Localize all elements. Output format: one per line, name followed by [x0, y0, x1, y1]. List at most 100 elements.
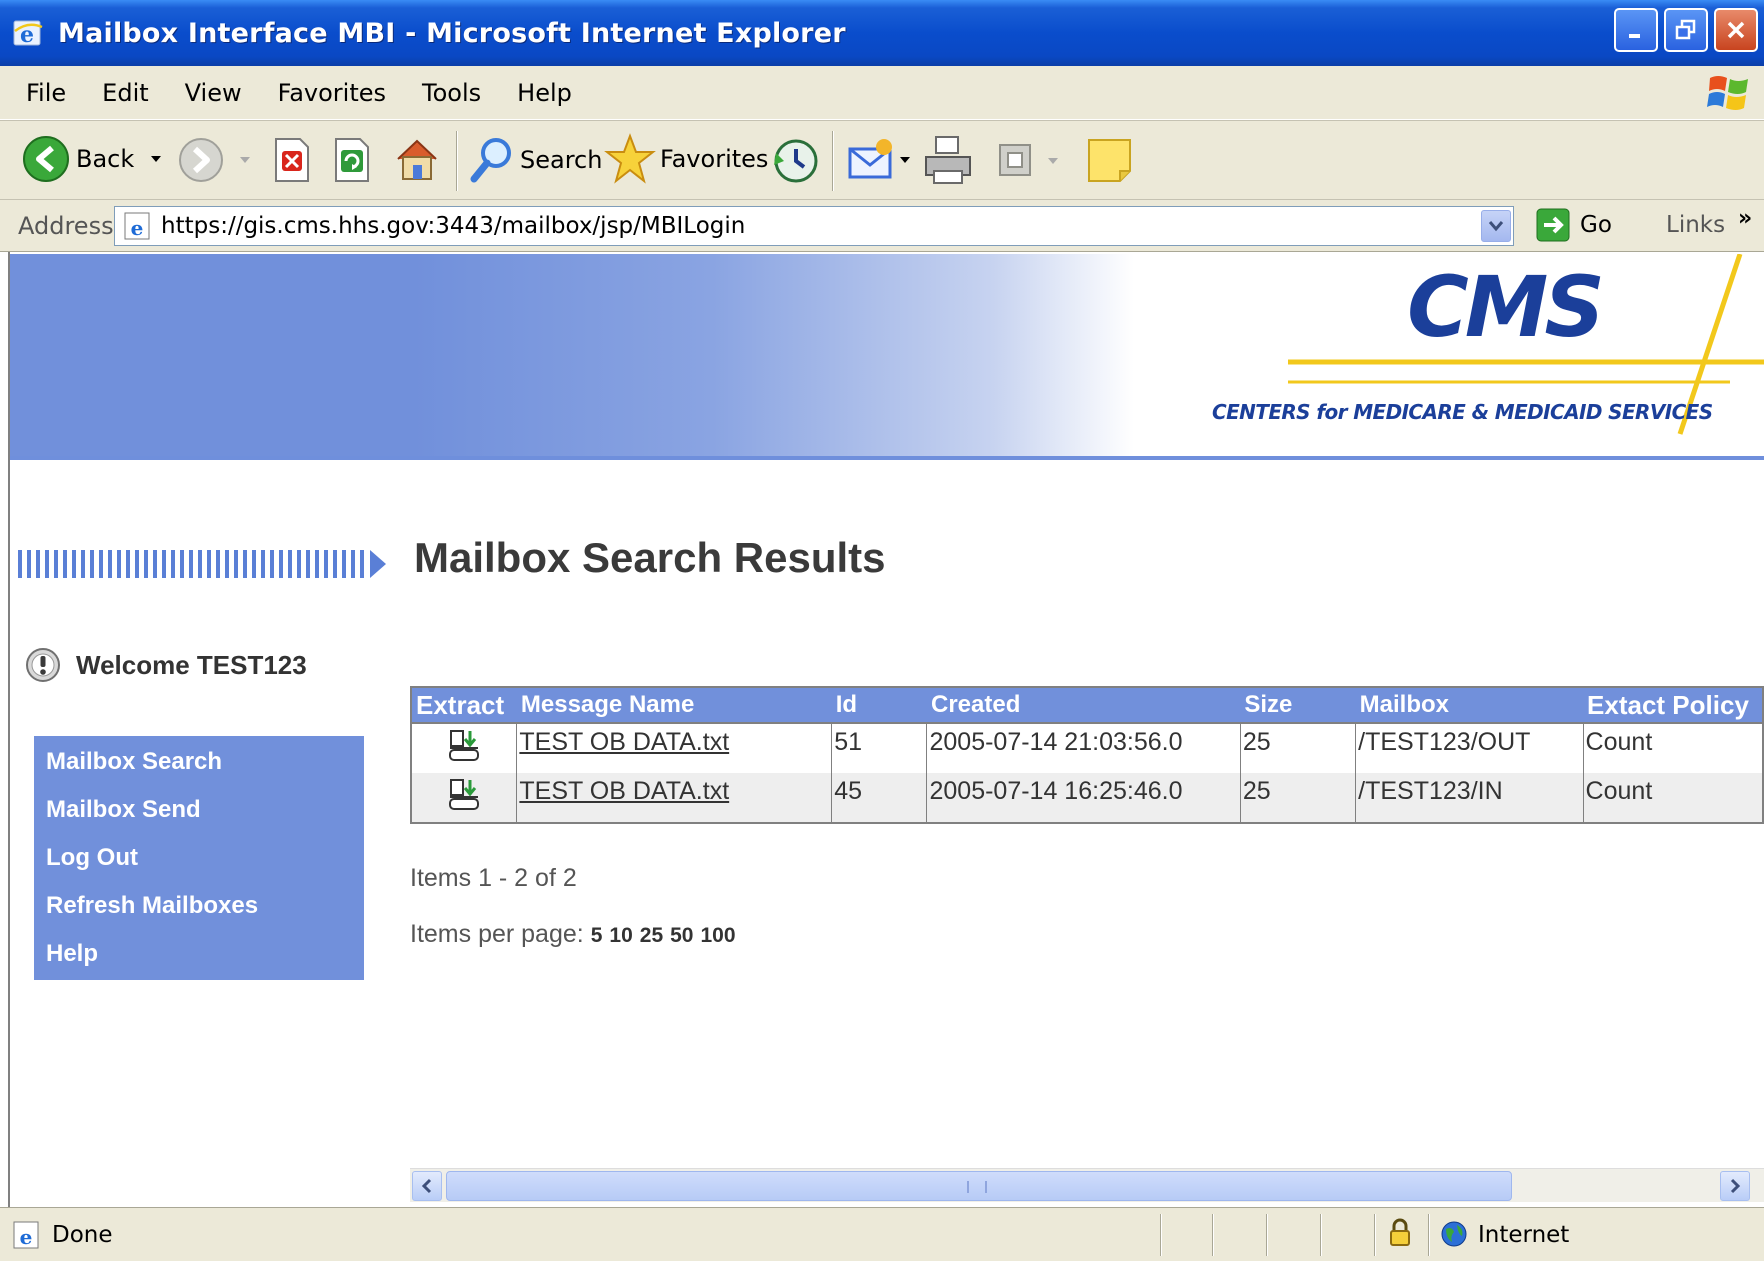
arrow-stripe — [324, 550, 328, 578]
arrow-stripe — [216, 550, 220, 578]
arrow-stripe — [315, 550, 319, 578]
id-cell: 51 — [831, 723, 927, 773]
address-input[interactable]: e https://gis.cms.hhs.gov:3443/mailbox/j… — [114, 206, 1514, 246]
arrow-stripe — [270, 550, 274, 578]
dropdown-arrow-icon[interactable] — [898, 153, 912, 167]
restore-button[interactable] — [1664, 8, 1708, 52]
cms-tagline: CENTERS for MEDICARE & MEDICAID SERVICES — [1212, 400, 1713, 424]
column-header-id[interactable]: Id — [831, 687, 927, 724]
per-page-option-10[interactable]: 10 — [609, 924, 632, 948]
arrow-stripe — [171, 550, 175, 578]
menu-favorites[interactable]: Favorites — [278, 79, 386, 107]
arrow-stripe — [261, 550, 265, 578]
sidebar-item-help[interactable]: Help — [46, 940, 98, 968]
message-link[interactable]: TEST OB DATA.txt — [519, 777, 729, 805]
arrow-stripe — [360, 550, 364, 578]
per-page-option-5[interactable]: 5 — [591, 924, 603, 948]
arrow-stripe — [135, 550, 139, 578]
menu-help[interactable]: Help — [517, 79, 572, 107]
arrow-stripe — [117, 550, 121, 578]
go-button[interactable]: Go — [1536, 208, 1612, 242]
sidebar-item-refresh-mailboxes[interactable]: Refresh Mailboxes — [46, 892, 258, 920]
arrow-stripe — [297, 550, 301, 578]
menu-tools[interactable]: Tools — [422, 79, 481, 107]
status-divider — [1266, 1214, 1268, 1256]
cms-banner: CMS CENTERS for MEDICARE & MEDICAID SERV… — [10, 254, 1764, 460]
search-label: Search — [520, 146, 603, 174]
horizontal-scrollbar[interactable] — [410, 1168, 1764, 1202]
menu-edit[interactable]: Edit — [102, 79, 148, 107]
welcome-message: Welcome TEST123 — [24, 646, 307, 684]
per-page-option-50[interactable]: 50 — [670, 924, 693, 948]
edit-button[interactable] — [996, 141, 1060, 181]
status-divider — [1374, 1214, 1376, 1256]
windows-logo-icon — [1706, 70, 1752, 116]
chevron-left-icon — [421, 1178, 432, 1194]
menu-view[interactable]: View — [185, 79, 242, 107]
arrow-stripe — [198, 550, 202, 578]
scroll-right-button[interactable] — [1720, 1171, 1750, 1201]
column-header-created[interactable]: Created — [926, 687, 1241, 724]
refresh-button[interactable] — [332, 137, 372, 183]
column-header-mailbox[interactable]: Mailbox — [1355, 687, 1584, 724]
extract-download-icon[interactable] — [446, 777, 482, 815]
status-text: Done — [52, 1222, 113, 1248]
forward-button[interactable] — [178, 137, 252, 183]
chevron-right-double-icon[interactable]: » — [1738, 206, 1752, 231]
scrollbar-thumb[interactable] — [446, 1171, 1512, 1201]
edit-page-icon — [999, 144, 1031, 176]
mailbox-cell: /TEST123/OUT — [1355, 723, 1584, 773]
arrow-stripe — [351, 550, 355, 578]
print-button[interactable] — [922, 135, 974, 185]
note-icon — [1088, 139, 1131, 182]
sidebar-item-mailbox-search[interactable]: Mailbox Search — [46, 748, 222, 776]
arrow-stripe — [108, 550, 112, 578]
ie-app-icon[interactable]: e — [12, 17, 44, 49]
svg-text:e: e — [131, 216, 144, 240]
arrow-stripe — [18, 550, 22, 578]
stop-button[interactable] — [272, 137, 312, 183]
url-text[interactable]: https://gis.cms.hhs.gov:3443/mailbox/jsp… — [161, 213, 745, 239]
per-page-option-25[interactable]: 25 — [640, 924, 663, 948]
arrow-stripe — [54, 550, 58, 578]
menu-file[interactable]: File — [26, 79, 66, 107]
address-bar: Address e https://gis.cms.hhs.gov:3443/m… — [0, 200, 1764, 252]
sidebar-item-log-out[interactable]: Log Out — [46, 844, 138, 872]
back-button[interactable]: Back — [22, 135, 164, 183]
status-divider — [1428, 1214, 1430, 1256]
links-label[interactable]: Links — [1666, 212, 1725, 238]
messenger-button[interactable] — [1086, 137, 1134, 185]
per-page-option-100[interactable]: 100 — [700, 924, 735, 948]
message-link[interactable]: TEST OB DATA.txt — [519, 728, 729, 756]
scroll-left-button[interactable] — [412, 1171, 442, 1201]
arrow-stripe — [225, 550, 229, 578]
info-icon — [26, 648, 60, 682]
svg-text:CMS: CMS — [1407, 258, 1601, 356]
mail-button[interactable] — [846, 135, 912, 185]
arrow-head — [370, 550, 386, 578]
table-row: TEST OB DATA.txt 51 2005-07-14 21:03:56.… — [411, 723, 1763, 773]
home-button[interactable] — [392, 135, 442, 185]
column-header-size[interactable]: Size — [1240, 687, 1356, 724]
arrow-stripe — [306, 550, 310, 578]
column-header-message-name[interactable]: Message Name — [516, 687, 832, 724]
go-label: Go — [1580, 212, 1612, 238]
status-divider — [1320, 1214, 1322, 1256]
section-arrow-icon — [18, 550, 386, 578]
window-title: Mailbox Interface MBI - Microsoft Intern… — [58, 17, 846, 49]
extract-download-icon[interactable] — [446, 728, 482, 766]
page-icon: e — [124, 212, 150, 240]
close-button[interactable] — [1714, 8, 1758, 52]
lock-icon[interactable] — [1388, 1218, 1412, 1248]
sidebar-item-mailbox-send[interactable]: Mailbox Send — [46, 796, 201, 824]
history-button[interactable] — [770, 135, 820, 185]
minimize-button[interactable] — [1614, 8, 1658, 52]
address-dropdown-button[interactable] — [1481, 210, 1511, 242]
favorites-button[interactable]: Favorites — [604, 133, 768, 185]
results-table-wrapper: Extract Message Name Id Created Size Mai… — [410, 686, 1764, 824]
policy-cell: Count — [1582, 773, 1763, 823]
extract-cell — [411, 723, 517, 773]
standard-toolbar: Back Search Favorites — [0, 120, 1764, 200]
search-button[interactable]: Search — [468, 135, 602, 185]
dropdown-arrow-icon[interactable] — [148, 151, 164, 167]
